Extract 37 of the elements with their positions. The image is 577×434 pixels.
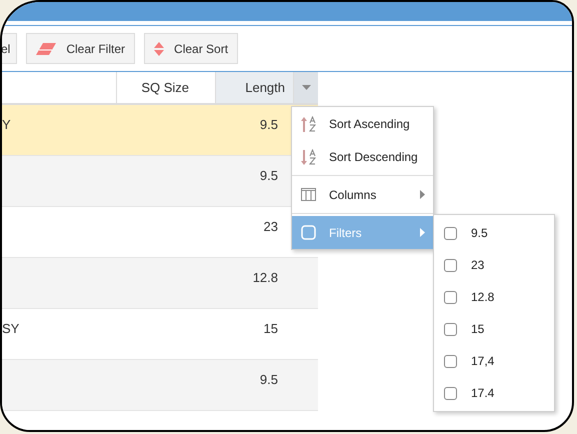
column-menu-button[interactable] xyxy=(294,72,318,103)
sort-icon xyxy=(154,42,164,56)
sort-ascending-icon xyxy=(301,114,317,132)
table-cell: 15 xyxy=(264,321,278,336)
toolbar-button[interactable]: Clear Filter xyxy=(26,33,136,64)
checkbox[interactable] xyxy=(444,354,457,368)
checkbox-icon xyxy=(301,225,316,240)
eraser-icon xyxy=(36,42,56,54)
checkbox[interactable] xyxy=(444,226,457,240)
filter-option[interactable]: 17,4 xyxy=(434,345,554,377)
table-cell: 9.5 xyxy=(260,117,278,132)
column-header[interactable]: Length xyxy=(216,72,294,103)
filter-option[interactable]: 23 xyxy=(434,249,554,281)
menu-item[interactable]: Columns xyxy=(292,178,433,211)
table-cell: 12.8 xyxy=(252,270,278,285)
submenu-arrow-icon xyxy=(420,190,425,199)
filter-option[interactable]: 17.4 xyxy=(434,377,554,409)
table-cell: 9.5 xyxy=(260,372,278,387)
table-cell: Y xyxy=(2,117,11,132)
table-cell: SY xyxy=(2,321,20,336)
table-row[interactable]: 9.5 xyxy=(2,360,318,411)
table-cell: 9.5 xyxy=(260,168,278,183)
caret-icon xyxy=(302,85,310,90)
table-cell: 23 xyxy=(264,219,278,234)
columns-icon xyxy=(301,188,316,201)
checkbox[interactable] xyxy=(444,290,457,304)
filter-option[interactable]: 15 xyxy=(434,313,554,345)
submenu-arrow-icon xyxy=(420,228,425,237)
table-row[interactable]: 12.8 xyxy=(2,258,318,309)
checkbox[interactable] xyxy=(444,258,457,272)
filter-option[interactable]: 12.8 xyxy=(434,281,554,313)
checkbox[interactable] xyxy=(444,322,457,336)
toolbar-button[interactable]: Clear Sort xyxy=(144,33,238,64)
table-row[interactable]: Y 9.5 xyxy=(2,105,318,156)
sort-descending-icon xyxy=(301,148,317,166)
checkbox[interactable] xyxy=(444,386,457,400)
filter-option[interactable]: 9.5 xyxy=(434,217,554,249)
